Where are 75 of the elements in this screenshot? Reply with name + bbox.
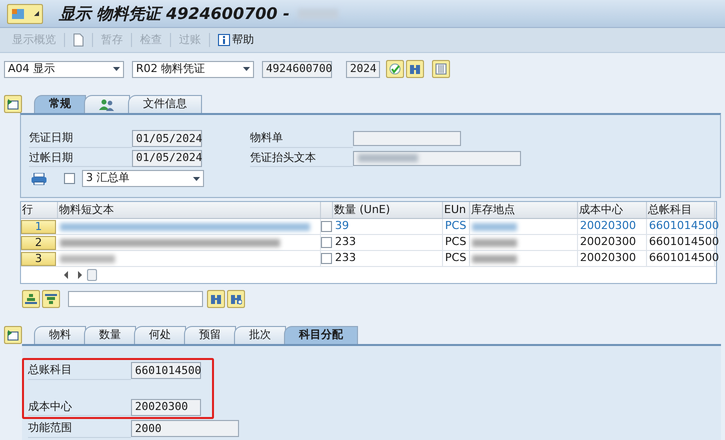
- caret-icon: [113, 67, 120, 71]
- checkbox[interactable]: [321, 237, 332, 248]
- tab[interactable]: 常规: [34, 95, 86, 113]
- table-cell-text: 20020300: [580, 234, 636, 250]
- row-selector[interactable]: 2: [21, 236, 56, 250]
- tab[interactable]: 科目分配: [284, 326, 358, 344]
- sort-ascending-icon[interactable]: [22, 290, 40, 308]
- table-settings-icon[interactable]: [432, 60, 450, 78]
- read-only-field: 6601014500: [131, 362, 201, 380]
- redaction-blur: [472, 238, 517, 246]
- dropdown[interactable]: A04 显示: [4, 60, 124, 78]
- dropdown[interactable]: 3 汇总单: [82, 170, 204, 187]
- redaction-blur: [60, 254, 115, 262]
- redaction-blur: [358, 154, 418, 162]
- people-icon: [99, 98, 115, 110]
- table-cell-text: 6601014500: [649, 234, 719, 250]
- collapse-icon[interactable]: [4, 95, 22, 113]
- table-cell-text: 20020300: [580, 218, 636, 234]
- table-cell-text: 39: [335, 218, 349, 234]
- people-tab[interactable]: [84, 95, 130, 113]
- info-icon: [218, 34, 230, 46]
- redaction-blur: [472, 222, 517, 230]
- read-only-field: 20020300: [131, 398, 201, 416]
- check-clock-icon[interactable]: [386, 60, 404, 78]
- date-field: 01/05/2024: [132, 150, 202, 167]
- column-header: 库存地点: [471, 202, 515, 218]
- table-cell-text: 6601014500: [649, 218, 719, 234]
- caret-icon: [243, 67, 250, 71]
- table-cell-text: 6601014500: [649, 250, 719, 266]
- table-cell-text: 233: [335, 250, 356, 266]
- tab[interactable]: 文件信息: [128, 95, 202, 113]
- table-cell-text: 20020300: [580, 250, 636, 266]
- tab[interactable]: 预留: [184, 326, 236, 344]
- column-header: EUn: [444, 202, 466, 218]
- read-only-field: 2024: [346, 60, 380, 78]
- corner-arrow-icon: [34, 11, 39, 16]
- row-selector[interactable]: 3: [21, 252, 56, 266]
- find-icon[interactable]: [207, 290, 225, 308]
- checkbox[interactable]: [321, 253, 332, 264]
- printer-icon: [31, 172, 47, 184]
- column-header: 物料短文本: [59, 202, 114, 218]
- tab[interactable]: 物料: [34, 326, 86, 344]
- column-header: 行: [22, 202, 33, 218]
- column-header: 数量 (UnE): [334, 202, 390, 218]
- help-button[interactable]: 帮助: [218, 32, 254, 48]
- scroll-thumb[interactable]: [87, 269, 97, 281]
- menu-button[interactable]: [7, 4, 43, 24]
- find-icon[interactable]: [406, 60, 424, 78]
- tab[interactable]: 批次: [234, 326, 286, 344]
- scroll-left-icon: [63, 271, 69, 279]
- date-field: 01/05/2024: [132, 130, 202, 148]
- read-only-field: 4924600700: [262, 60, 332, 78]
- scroll-right-icon: [77, 271, 83, 279]
- checkbox[interactable]: [64, 173, 75, 184]
- column-header: 成本中心: [579, 202, 623, 218]
- checkbox[interactable]: [321, 221, 332, 232]
- table-cell-text: 233: [335, 234, 356, 250]
- dropdown[interactable]: R02 物料凭证: [132, 60, 254, 78]
- window-icon: [11, 8, 25, 20]
- tab[interactable]: 何处: [134, 326, 186, 344]
- table-cell-text: PCS: [445, 218, 466, 234]
- window-title: 显示 物料凭证 4924600700 -: [59, 2, 290, 24]
- caret-icon: [193, 176, 200, 180]
- find-next-icon[interactable]: [227, 290, 245, 308]
- table-cell-text: PCS: [445, 250, 466, 266]
- redaction-blur: [472, 254, 517, 262]
- search-field[interactable]: [68, 291, 203, 307]
- read-only-field: 2000: [131, 420, 239, 438]
- collapse-icon[interactable]: [4, 326, 22, 344]
- tab[interactable]: 数量: [84, 326, 136, 344]
- column-header: 总帐科目: [648, 202, 692, 218]
- filter-icon[interactable]: [42, 290, 60, 308]
- page-icon: [73, 33, 84, 47]
- row-selector[interactable]: 1: [21, 220, 56, 234]
- table-cell-text: PCS: [445, 234, 466, 250]
